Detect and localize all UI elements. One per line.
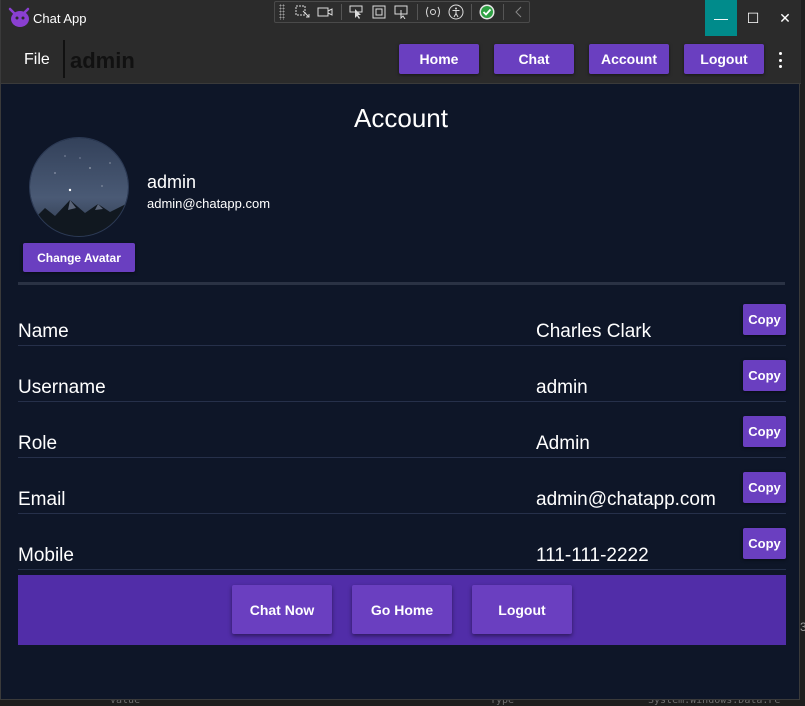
minimize-button[interactable]: —: [705, 0, 737, 36]
field-value: 111-111-2222: [536, 545, 649, 566]
field-divider: [18, 513, 786, 514]
field-row-name: Name Charles Clark Copy: [18, 301, 786, 357]
toolbar-separator: [417, 4, 419, 20]
field-label: Username: [18, 377, 106, 398]
field-row-role: Role Admin Copy: [18, 413, 786, 469]
menu-divider: [63, 40, 65, 78]
chat-now-button[interactable]: Chat Now: [232, 585, 332, 634]
field-row-email: Email admin@chatapp.com Copy: [18, 469, 786, 525]
toolbar-separator: [471, 4, 473, 20]
nav-logout-button[interactable]: Logout: [684, 44, 764, 74]
collapse-icon[interactable]: [508, 3, 529, 21]
nav-account-button[interactable]: Account: [589, 44, 669, 74]
logout-button[interactable]: Logout: [472, 585, 572, 634]
menu-bar: File admin Home Chat Account Logout: [1, 36, 801, 84]
nav-home-button[interactable]: Home: [399, 44, 479, 74]
field-divider: [18, 401, 786, 402]
action-bar: Chat Now Go Home Logout: [18, 575, 786, 645]
close-button[interactable]: ✕: [769, 0, 801, 36]
copy-username-button[interactable]: Copy: [743, 360, 786, 391]
profile-email: admin@chatapp.com: [147, 196, 271, 211]
hot-reload-icon[interactable]: [423, 3, 444, 21]
toolbar-separator: [502, 4, 504, 20]
field-label: Email: [18, 489, 66, 510]
display-layout-icon[interactable]: [369, 3, 390, 21]
track-focus-icon[interactable]: [392, 3, 413, 21]
app-window: Chat App — ☐ ✕ File admin Home Chat Acco…: [0, 0, 801, 700]
field-row-mobile: Mobile 111-111-2222 Copy: [18, 525, 786, 581]
checkmark-icon[interactable]: [477, 3, 498, 21]
field-label: Mobile: [18, 545, 74, 566]
window-title: Chat App: [33, 11, 87, 26]
more-options-icon[interactable]: [773, 50, 787, 70]
field-value: Admin: [536, 433, 590, 454]
field-row-username: Username admin Copy: [18, 357, 786, 413]
field-label: Name: [18, 321, 69, 342]
copy-role-button[interactable]: Copy: [743, 416, 786, 447]
toolbar-grip[interactable]: [279, 4, 285, 20]
profile-name: admin: [147, 172, 197, 192]
copy-name-button[interactable]: Copy: [743, 304, 786, 335]
record-icon[interactable]: [315, 3, 336, 21]
title-bar: Chat App — ☐ ✕: [1, 0, 801, 36]
change-avatar-button[interactable]: Change Avatar: [23, 243, 135, 272]
field-divider: [18, 569, 786, 570]
field-value: admin@chatapp.com: [536, 489, 716, 510]
section-divider: [18, 282, 785, 285]
field-value: Charles Clark: [536, 321, 652, 342]
field-divider: [18, 457, 786, 458]
field-value: admin: [536, 377, 588, 398]
background-edge-char: 3: [800, 620, 805, 634]
app-logo-icon: [7, 6, 31, 30]
go-home-button[interactable]: Go Home: [352, 585, 452, 634]
field-divider: [18, 345, 786, 346]
file-menu[interactable]: File: [24, 51, 50, 69]
current-username: admin: [70, 48, 135, 73]
maximize-button[interactable]: ☐: [737, 0, 769, 36]
copy-mobile-button[interactable]: Copy: [743, 528, 786, 559]
toolbar-separator: [340, 4, 342, 20]
avatar: [29, 137, 129, 237]
pointer-icon[interactable]: [347, 3, 368, 21]
select-element-icon[interactable]: [293, 3, 314, 21]
accessibility-icon[interactable]: [446, 3, 467, 21]
field-label: Role: [18, 433, 58, 454]
copy-email-button[interactable]: Copy: [743, 472, 786, 503]
xaml-debug-toolbar: [274, 1, 530, 23]
page-title: Account: [354, 103, 448, 133]
nav-chat-button[interactable]: Chat: [494, 44, 574, 74]
